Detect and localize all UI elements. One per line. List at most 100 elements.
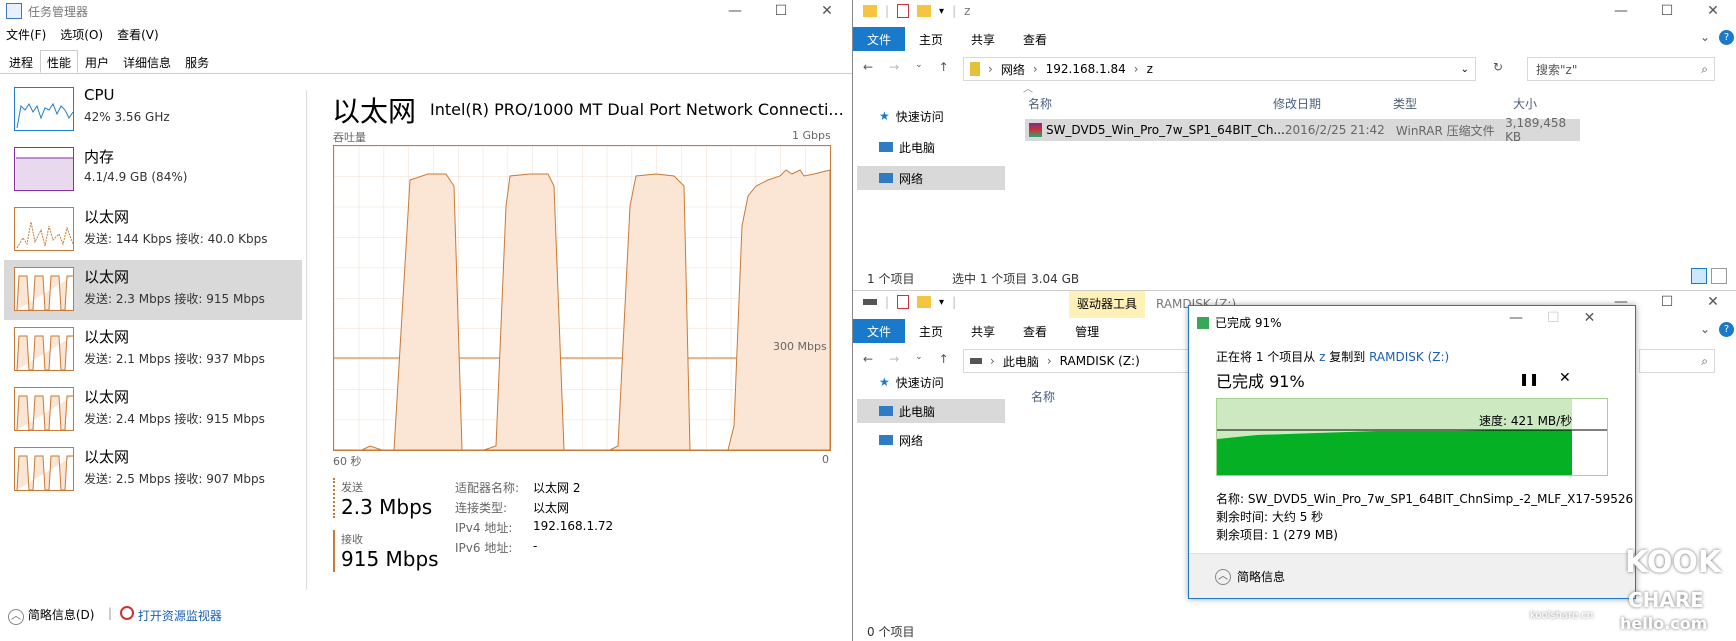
sidebar-item-memory[interactable]: 内存 4.1/4.9 GB (84%) bbox=[4, 140, 302, 200]
pause-icon[interactable]: ❚❚ bbox=[1519, 372, 1539, 386]
nav-network[interactable]: 网络 bbox=[857, 166, 1005, 190]
window-controls: — ☐ ✕ bbox=[1598, 0, 1736, 22]
max-scale-label: 1 Gbps bbox=[792, 129, 831, 142]
tab-services[interactable]: 服务 bbox=[178, 50, 216, 73]
ribbon-expand-icon[interactable]: ⌄ bbox=[1700, 322, 1710, 336]
mid-scale-label: 300 Mbps bbox=[773, 340, 827, 353]
copy-destination-link[interactable]: RAMDISK (Z:) bbox=[1369, 350, 1449, 364]
nav-this-pc[interactable]: 此电脑 bbox=[857, 399, 1005, 423]
close-icon[interactable]: ✕ bbox=[1690, 0, 1736, 22]
maximize-icon[interactable]: ☐ bbox=[758, 0, 804, 22]
sidebar-item-ethernet-2[interactable]: 以太网 发送: 2.3 Mbps 接收: 915 Mbps bbox=[4, 260, 302, 320]
menu-options[interactable]: 选项(O) bbox=[60, 26, 103, 46]
column-name[interactable]: 名称 bbox=[1028, 95, 1052, 112]
tab-home[interactable]: 主页 bbox=[905, 27, 957, 51]
tab-file[interactable]: 文件 bbox=[853, 319, 906, 343]
nav-this-pc[interactable]: 此电脑 bbox=[857, 135, 1005, 159]
column-date[interactable]: 修改日期 bbox=[1273, 95, 1321, 112]
up-icon[interactable]: ↑ bbox=[939, 352, 949, 366]
cancel-icon[interactable]: ✕ bbox=[1559, 370, 1571, 386]
forward-icon[interactable]: → bbox=[889, 60, 899, 74]
column-size[interactable]: 大小 bbox=[1513, 95, 1537, 112]
tab-share[interactable]: 共享 bbox=[957, 319, 1009, 343]
column-name[interactable]: 名称 bbox=[1031, 388, 1055, 405]
properties-icon[interactable] bbox=[897, 4, 910, 18]
items-remaining-value: 1 (279 MB) bbox=[1271, 528, 1338, 542]
open-resource-monitor-link[interactable]: 打开资源监视器 bbox=[120, 606, 222, 624]
file-type: WinRAR 压缩文件 bbox=[1395, 123, 1495, 138]
address-dropdown-icon[interactable]: ⌄ bbox=[1461, 64, 1469, 75]
brief-info-label: 简略信息(D) bbox=[27, 608, 95, 622]
sidebar-item-name: 以太网 bbox=[84, 268, 130, 286]
file-row[interactable]: SW_DVD5_Win_Pro_7w_SP1_64BIT_Ch... 2016/… bbox=[1025, 116, 1580, 144]
address-bar[interactable]: › 网络 › 192.168.1.84 › z ⌄ bbox=[963, 57, 1476, 81]
tab-home[interactable]: 主页 bbox=[905, 319, 957, 343]
customize-toolbar-icon[interactable]: ▾ bbox=[939, 6, 944, 17]
menu-view[interactable]: 查看(V) bbox=[117, 26, 159, 46]
breadcrumb-share[interactable]: z bbox=[1147, 62, 1153, 76]
column-type[interactable]: 类型 bbox=[1393, 95, 1417, 112]
tab-manage[interactable]: 管理 bbox=[1061, 319, 1113, 343]
close-icon[interactable]: ✕ bbox=[1690, 291, 1736, 313]
tab-view[interactable]: 查看 bbox=[1009, 27, 1061, 51]
breadcrumb-drive[interactable]: RAMDISK (Z:) bbox=[1060, 354, 1140, 368]
back-icon[interactable]: ← bbox=[863, 352, 873, 366]
breadcrumb-host[interactable]: 192.168.1.84 bbox=[1046, 62, 1126, 76]
help-icon[interactable]: ? bbox=[1719, 322, 1734, 337]
copy-icon bbox=[1197, 316, 1209, 329]
nav-quick-access[interactable]: ★ 快速访问 bbox=[857, 370, 1005, 394]
history-icon[interactable]: ⌄ bbox=[915, 352, 923, 366]
drive-icon[interactable] bbox=[863, 299, 877, 305]
refresh-icon[interactable]: ↻ bbox=[1493, 60, 1503, 74]
close-icon[interactable]: ✕ bbox=[1584, 310, 1596, 326]
nav-quick-access[interactable]: ★ 快速访问 bbox=[857, 104, 1005, 128]
minimize-icon[interactable]: — bbox=[1598, 0, 1644, 22]
search-input[interactable]: ⌕ bbox=[1639, 349, 1715, 373]
computer-icon bbox=[879, 142, 893, 152]
tab-file[interactable]: 文件 bbox=[853, 27, 906, 51]
maximize-icon[interactable]: ☐ bbox=[1644, 291, 1690, 313]
breadcrumb-network[interactable]: 网络 bbox=[1001, 61, 1025, 78]
ribbon-expand-icon[interactable]: ⌄ bbox=[1700, 30, 1710, 44]
sidebar-item-ethernet-3[interactable]: 以太网 发送: 2.1 Mbps 接收: 937 Mbps bbox=[4, 320, 302, 380]
copy-source-link[interactable]: z bbox=[1319, 350, 1325, 364]
large-icons-view-icon[interactable] bbox=[1711, 268, 1727, 284]
history-icon[interactable]: ⌄ bbox=[915, 60, 923, 74]
customize-toolbar-icon[interactable]: ▾ bbox=[939, 297, 944, 308]
minimize-icon[interactable]: — bbox=[1509, 310, 1523, 326]
maximize-icon[interactable]: ☐ bbox=[1547, 310, 1560, 326]
throughput-label: 吞吐量 bbox=[333, 131, 366, 144]
back-icon[interactable]: ← bbox=[863, 60, 873, 74]
footer-divider: | bbox=[108, 606, 113, 620]
help-icon[interactable]: ? bbox=[1719, 30, 1734, 45]
details-view-icon[interactable] bbox=[1691, 268, 1707, 284]
new-folder-icon[interactable] bbox=[917, 5, 932, 17]
tab-share[interactable]: 共享 bbox=[957, 27, 1009, 51]
tab-processes[interactable]: 进程 bbox=[2, 50, 40, 73]
properties-icon[interactable] bbox=[897, 295, 910, 309]
minimize-icon[interactable]: — bbox=[712, 0, 758, 22]
brief-info-button[interactable]: ︿ 简略信息 bbox=[1215, 568, 1285, 585]
new-folder-icon[interactable] bbox=[917, 296, 932, 308]
pane-divider[interactable] bbox=[306, 90, 307, 590]
folder-icon[interactable] bbox=[863, 5, 877, 17]
up-icon[interactable]: ↑ bbox=[939, 60, 949, 74]
menu-file[interactable]: 文件(F) bbox=[6, 26, 46, 46]
brief-info-button[interactable]: ︿ 简略信息(D) bbox=[8, 606, 94, 625]
tab-details[interactable]: 详细信息 bbox=[116, 50, 178, 73]
status-item-count: 0 个项目 bbox=[867, 625, 915, 639]
forward-icon[interactable]: → bbox=[889, 352, 899, 366]
tab-view[interactable]: 查看 bbox=[1009, 319, 1061, 343]
maximize-icon[interactable]: ☐ bbox=[1644, 0, 1690, 22]
sidebar-item-ethernet-5[interactable]: 以太网 发送: 2.5 Mbps 接收: 907 Mbps bbox=[4, 440, 302, 500]
close-icon[interactable]: ✕ bbox=[804, 0, 850, 22]
nav-network[interactable]: 网络 bbox=[857, 428, 1005, 452]
sidebar-item-cpu[interactable]: CPU 42% 3.56 GHz bbox=[4, 80, 302, 140]
sidebar-item-ethernet-1[interactable]: 以太网 发送: 144 Kbps 接收: 40.0 Kbps bbox=[4, 200, 302, 260]
copy-progress-dialog: 已完成 91% — ☐ ✕ 正在将 1 个项目从 z 复制到 RAMDISK (… bbox=[1188, 305, 1636, 599]
tab-performance[interactable]: 性能 bbox=[40, 50, 79, 73]
tab-users[interactable]: 用户 bbox=[78, 50, 116, 73]
search-input[interactable]: 搜索"z" ⌕ bbox=[1527, 57, 1715, 81]
breadcrumb-this-pc[interactable]: 此电脑 bbox=[1003, 353, 1039, 370]
sidebar-item-ethernet-4[interactable]: 以太网 发送: 2.4 Mbps 接收: 915 Mbps bbox=[4, 380, 302, 440]
